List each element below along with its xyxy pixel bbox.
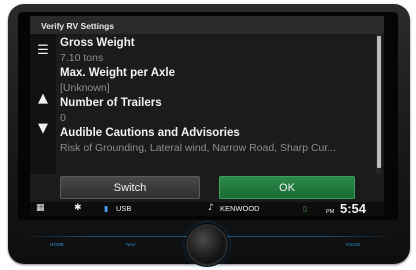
volume-knob[interactable]: [186, 224, 228, 266]
voice-hardware-button[interactable]: VOICE: [338, 240, 368, 250]
list-item-gross-weight[interactable]: Gross Weight 7.10 tons: [60, 36, 374, 66]
clock-time: 5:54: [340, 201, 367, 216]
arrow-up-icon[interactable]: ▲: [34, 90, 52, 108]
apps-grid-icon[interactable]: ▦: [36, 203, 45, 213]
item-label: Audible Cautions and Advisories: [60, 127, 240, 139]
music-note-icon: ♪: [208, 203, 214, 213]
ok-button[interactable]: OK: [219, 176, 355, 199]
list-item-trailers[interactable]: Number of Trailers 0: [60, 96, 374, 126]
menu-icon[interactable]: ☰: [34, 42, 52, 60]
item-label: Max. Weight per Axle: [60, 67, 176, 79]
nav-hardware-button[interactable]: NAV: [118, 240, 144, 250]
usb-icon: ▮: [104, 204, 109, 213]
scrollbar[interactable]: [376, 34, 382, 174]
ampm-label: PM: [326, 209, 335, 215]
item-label: Number of Trailers: [60, 97, 162, 109]
scrollbar-thumb[interactable]: [377, 36, 381, 168]
switch-button[interactable]: Switch: [60, 176, 200, 199]
item-value: 0: [60, 112, 66, 124]
list-item-audible-cautions[interactable]: Audible Cautions and Advisories Risk of …: [60, 126, 374, 156]
item-value: [Unknown]: [60, 82, 110, 94]
source-label[interactable]: USB: [116, 204, 131, 214]
home-hardware-button[interactable]: HOME: [44, 240, 70, 250]
status-bar: ▦ ✱ ▮ USB ♪ KENWOOD ▯ PM 5:54: [30, 202, 384, 216]
screen-title: Verify RV Settings: [30, 16, 384, 34]
list-item-max-axle-weight[interactable]: Max. Weight per Axle [Unknown]: [60, 66, 374, 96]
settings-list: Gross Weight 7.10 tons Max. Weight per A…: [56, 34, 376, 174]
item-value: 7.10 tons: [60, 52, 104, 64]
phone-icon[interactable]: ▯: [303, 204, 307, 214]
item-label: Gross Weight: [60, 37, 135, 49]
item-value: Risk of Grounding, Lateral wind, Narrow …: [60, 142, 337, 154]
arrow-down-icon[interactable]: ▼: [34, 120, 52, 138]
side-controls: ☰ ▲ ▼: [30, 34, 56, 174]
brand-label: KENWOOD: [220, 204, 260, 213]
display-screen: Verify RV Settings ☰ ▲ ▼ Gross Weight 7.…: [30, 16, 384, 216]
settings-gear-icon[interactable]: ✱: [74, 203, 82, 213]
